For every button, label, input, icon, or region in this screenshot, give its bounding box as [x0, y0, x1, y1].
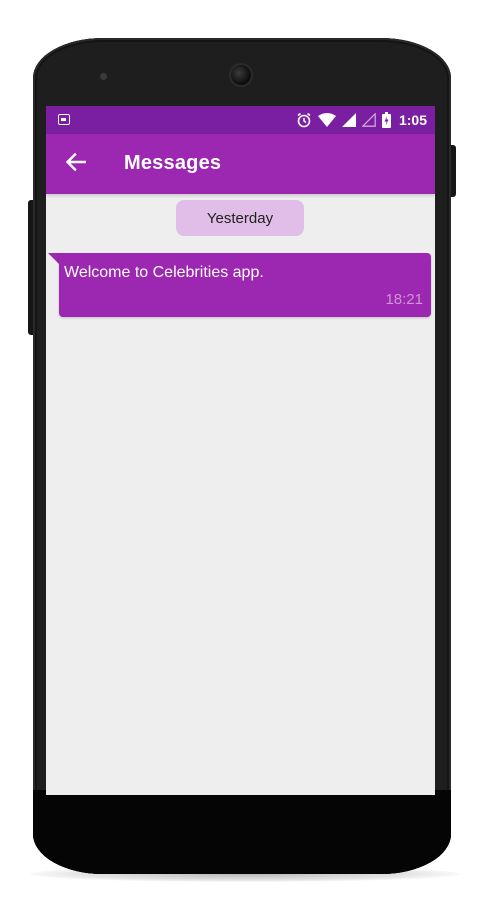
signal-icon: [341, 113, 356, 127]
phone-screen: 1:05 Messages Yesterday Welcome to Celeb…: [46, 106, 435, 795]
message-bubble[interactable]: Welcome to Celebrities app. 18:21: [59, 253, 431, 317]
message-text: Welcome to Celebrities app.: [64, 264, 264, 281]
page-title: Messages: [124, 152, 222, 174]
image-notification-icon: [58, 114, 70, 125]
phone-chin: [33, 790, 451, 874]
back-button[interactable]: [62, 150, 90, 178]
wifi-icon: [317, 113, 336, 127]
front-camera: [231, 65, 251, 85]
date-separator: Yesterday: [176, 200, 304, 236]
status-icons: 1:05: [296, 106, 427, 134]
app-bar: Messages: [46, 134, 435, 194]
status-time: 1:05: [398, 112, 427, 128]
alarm-icon: [296, 112, 312, 128]
arrow-back-icon: [65, 152, 87, 176]
signal-empty-icon: [361, 113, 376, 127]
status-bar: 1:05: [46, 106, 435, 134]
message-time: 18:21: [385, 291, 423, 308]
battery-charging-icon: [381, 112, 391, 128]
sensor-dot: [100, 73, 107, 80]
